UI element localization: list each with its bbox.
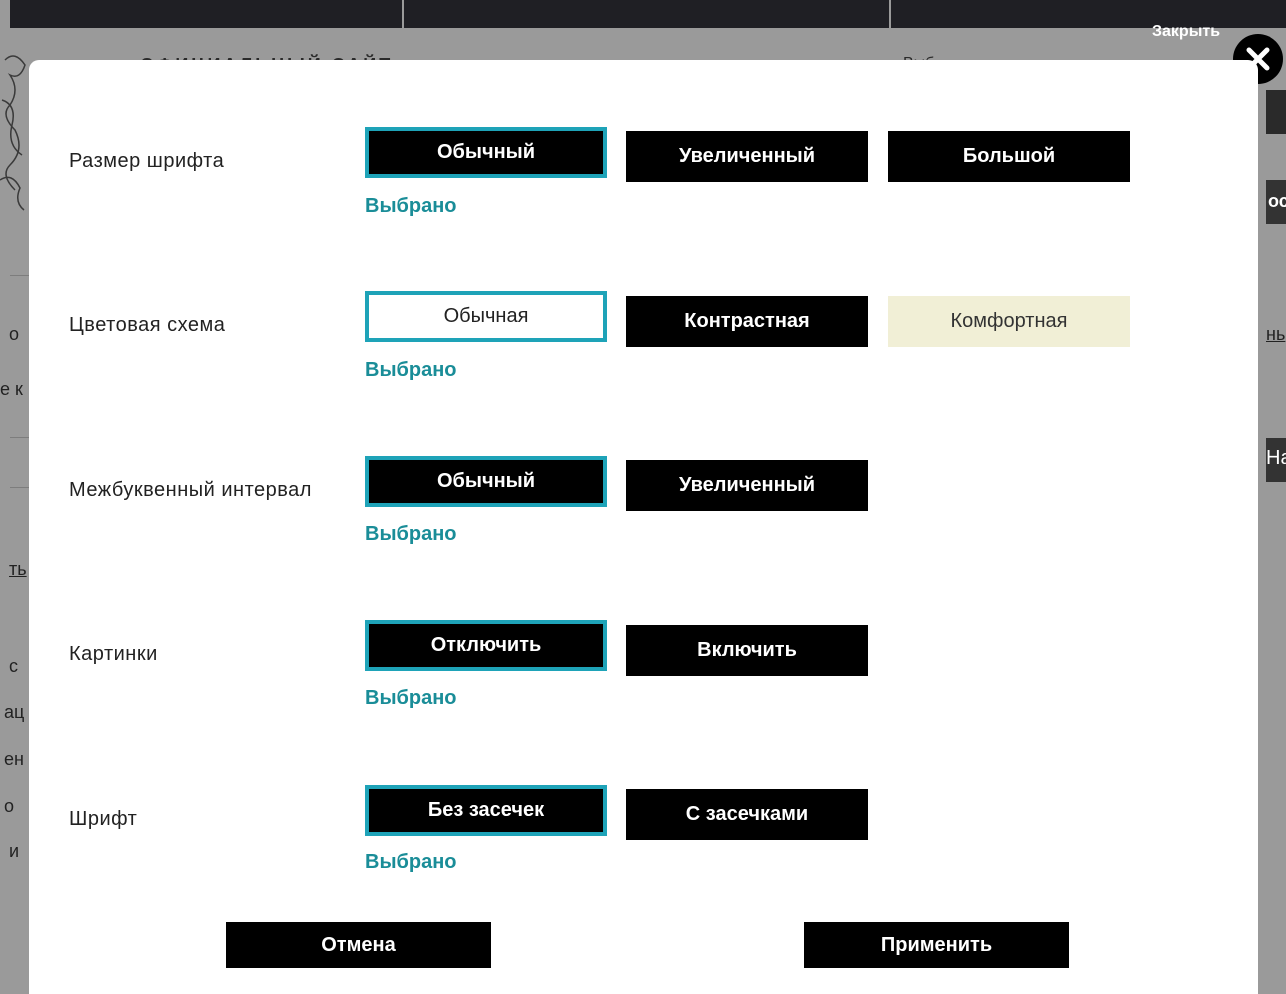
bg-text-fragment: е к xyxy=(0,379,23,399)
font-size-normal-button[interactable]: Обычный xyxy=(365,127,607,178)
images-enable-button[interactable]: Включить xyxy=(626,625,868,676)
font-serif-button[interactable]: С засечками xyxy=(626,789,868,840)
bg-text-fragment: нь xyxy=(1266,324,1286,344)
color-scheme-comfort-button[interactable]: Комфортная xyxy=(888,296,1130,347)
bg-button: ос xyxy=(1266,180,1286,224)
top-bar xyxy=(10,0,1286,28)
bg-text-fragment: о xyxy=(4,796,15,816)
top-bar-divider xyxy=(889,0,891,28)
font-size-label: Размер шрифта xyxy=(69,150,225,172)
letter-spacing-enlarged-button[interactable]: Увеличенный xyxy=(626,460,868,511)
bg-text-fragment: ен xyxy=(4,749,24,769)
bg-button-text: На xyxy=(1266,447,1286,469)
selected-indicator: Выбрано xyxy=(365,687,457,709)
bg-button xyxy=(1266,90,1286,134)
divider xyxy=(10,275,30,276)
color-scheme-normal-button[interactable]: Обычная xyxy=(365,291,607,342)
letter-spacing-label: Межбуквенный интервал xyxy=(69,479,312,501)
color-scheme-label: Цветовая схема xyxy=(69,314,226,336)
top-bar-divider xyxy=(402,0,404,28)
bg-text-fragment: с xyxy=(9,656,18,676)
images-disable-button[interactable]: Отключить xyxy=(365,620,607,671)
bg-button: На xyxy=(1266,438,1286,482)
close-label[interactable]: Закрыть xyxy=(1152,23,1220,41)
apply-button[interactable]: Применить xyxy=(804,922,1069,968)
font-family-label: Шрифт xyxy=(69,808,138,830)
bg-text-fragment: ть xyxy=(9,559,27,579)
bg-text-fragment: о xyxy=(9,324,20,344)
selected-indicator: Выбрано xyxy=(365,523,457,545)
images-label: Картинки xyxy=(69,643,158,665)
selected-indicator: Выбрано xyxy=(365,851,457,873)
selected-indicator: Выбрано xyxy=(365,195,457,217)
color-scheme-contrast-button[interactable]: Контрастная xyxy=(626,296,868,347)
cancel-button[interactable]: Отмена xyxy=(226,922,491,968)
font-size-large-button[interactable]: Большой xyxy=(888,131,1130,182)
divider xyxy=(10,487,30,488)
bg-text-fragment: ац xyxy=(4,702,25,722)
bg-text-fragment: и xyxy=(9,841,20,861)
font-sans-serif-button[interactable]: Без засечек xyxy=(365,785,607,836)
bg-button-text: ос xyxy=(1268,191,1286,211)
emblem-icon xyxy=(0,55,26,211)
divider xyxy=(10,437,30,438)
letter-spacing-normal-button[interactable]: Обычный xyxy=(365,456,607,507)
font-size-enlarged-button[interactable]: Увеличенный xyxy=(626,131,868,182)
selected-indicator: Выбрано xyxy=(365,359,457,381)
accessibility-settings-dialog: Размер шрифта Обычный Увеличенный Большо… xyxy=(29,60,1258,994)
